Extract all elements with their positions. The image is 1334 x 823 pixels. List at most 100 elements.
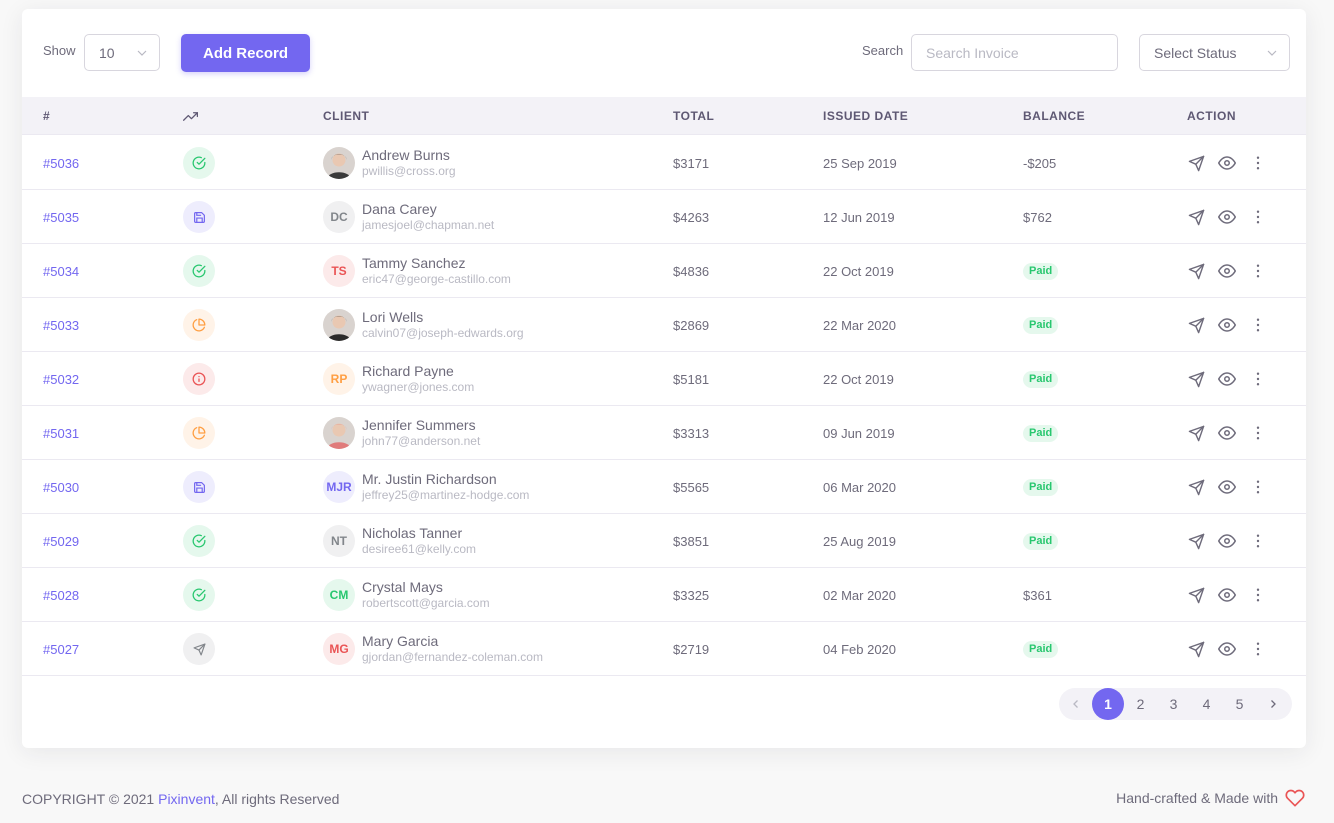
eye-icon[interactable]: [1218, 586, 1236, 604]
trending-up-icon: [183, 111, 198, 121]
eye-icon[interactable]: [1218, 478, 1236, 496]
invoice-id-link[interactable]: #5033: [43, 318, 79, 333]
invoice-id-link[interactable]: #5028: [43, 588, 79, 603]
more-vertical-icon[interactable]: [1249, 154, 1267, 172]
total-value: $3325: [673, 587, 710, 603]
invoice-status-pie-chart-icon[interactable]: [183, 417, 215, 449]
send-icon[interactable]: [1187, 316, 1205, 334]
more-vertical-icon[interactable]: [1249, 262, 1267, 280]
invoice-status-save-icon[interactable]: [183, 201, 215, 233]
column-header-id[interactable]: #: [43, 97, 50, 135]
more-vertical-icon[interactable]: [1249, 370, 1267, 388]
send-icon[interactable]: [1187, 478, 1205, 496]
table-row: #5029 NT Nicholas Tanner desiree61@kelly…: [22, 514, 1306, 568]
status-badge: Paid: [1023, 532, 1059, 550]
send-icon[interactable]: [1187, 586, 1205, 604]
invoice-status-check-circle-icon[interactable]: [183, 147, 215, 179]
row-actions: [1187, 244, 1280, 298]
total-value: $3171: [673, 155, 710, 171]
send-icon[interactable]: [1187, 370, 1205, 388]
copyright-text: COPYRIGHT © 2021: [22, 791, 159, 807]
column-header-action: Action: [1187, 109, 1236, 123]
avatar: MJR: [323, 471, 355, 503]
issued-date-value: 22 Oct 2019: [823, 371, 894, 387]
more-vertical-icon[interactable]: [1249, 532, 1267, 550]
send-icon[interactable]: [1187, 154, 1205, 172]
client-name: Jennifer Summers: [362, 417, 476, 433]
eye-icon[interactable]: [1218, 316, 1236, 334]
send-icon[interactable]: [1187, 262, 1205, 280]
client-cell: Jennifer Summers john77@anderson.net: [323, 406, 480, 460]
pagination-page-3[interactable]: 3: [1157, 688, 1190, 720]
table-row: #5030 MJR Mr. Justin Richardson jeffrey2…: [22, 460, 1306, 514]
avatar: [323, 417, 355, 449]
invoice-id-link[interactable]: #5031: [43, 426, 79, 441]
client-email: jamesjoel@chapman.net: [362, 218, 495, 232]
status-select[interactable]: Select Status: [1139, 34, 1290, 71]
eye-icon[interactable]: [1218, 640, 1236, 658]
add-record-button[interactable]: Add Record: [181, 34, 310, 72]
more-vertical-icon[interactable]: [1249, 586, 1267, 604]
column-header-trend[interactable]: [183, 97, 198, 135]
total-value: $3851: [673, 533, 710, 549]
invoice-status-check-circle-icon[interactable]: [183, 525, 215, 557]
invoice-status-check-circle-icon[interactable]: [183, 255, 215, 287]
footer-copyright: COPYRIGHT © 2021 Pixinvent, All rights R…: [22, 791, 339, 807]
brand-link[interactable]: Pixinvent: [158, 791, 215, 807]
column-header-total[interactable]: Total: [673, 97, 714, 135]
client-cell: RP Richard Payne ywagner@jones.com: [323, 352, 474, 406]
avatar: DC: [323, 201, 355, 233]
invoice-id-link[interactable]: #5027: [43, 642, 79, 657]
client-name: Lori Wells: [362, 309, 424, 325]
column-header-balance[interactable]: Balance: [1023, 97, 1085, 135]
invoice-id-link[interactable]: #5030: [43, 480, 79, 495]
eye-icon[interactable]: [1218, 262, 1236, 280]
invoice-status-pie-chart-icon[interactable]: [183, 309, 215, 341]
eye-icon[interactable]: [1218, 208, 1236, 226]
pagination-page-5[interactable]: 5: [1223, 688, 1256, 720]
more-vertical-icon[interactable]: [1249, 208, 1267, 226]
eye-icon[interactable]: [1218, 154, 1236, 172]
invoice-status-send-icon[interactable]: [183, 633, 215, 665]
show-entries-select[interactable]: 10: [84, 34, 160, 71]
heart-icon: [1285, 789, 1305, 807]
invoice-id-link[interactable]: #5034: [43, 264, 79, 279]
eye-icon[interactable]: [1218, 370, 1236, 388]
client-name: Dana Carey: [362, 201, 437, 217]
invoice-status-check-circle-icon[interactable]: [183, 579, 215, 611]
send-icon[interactable]: [1187, 208, 1205, 226]
footer-made-with: Hand-crafted & Made with: [1116, 788, 1306, 808]
invoice-id-link[interactable]: #5036: [43, 156, 79, 171]
invoice-status-save-icon[interactable]: [183, 471, 215, 503]
client-email: desiree61@kelly.com: [362, 542, 477, 556]
invoice-id-link[interactable]: #5035: [43, 210, 79, 225]
issued-date-value: 22 Mar 2020: [823, 317, 896, 333]
more-vertical-icon[interactable]: [1249, 424, 1267, 442]
client-name: Andrew Burns: [362, 147, 450, 163]
send-icon[interactable]: [1187, 424, 1205, 442]
pagination-page-4[interactable]: 4: [1190, 688, 1223, 720]
show-entries-value: 10: [99, 44, 115, 61]
invoice-status-info-icon[interactable]: [183, 363, 215, 395]
search-invoice-input[interactable]: [911, 34, 1118, 71]
pagination: 12345: [1059, 688, 1292, 720]
more-vertical-icon[interactable]: [1249, 316, 1267, 334]
eye-icon[interactable]: [1218, 532, 1236, 550]
column-header-client[interactable]: Client: [323, 97, 369, 135]
column-header-issued-date[interactable]: Issued Date: [823, 97, 908, 135]
send-icon[interactable]: [1187, 532, 1205, 550]
pagination-page-1[interactable]: 1: [1092, 688, 1124, 720]
pagination-page-2[interactable]: 2: [1124, 688, 1157, 720]
eye-icon[interactable]: [1218, 424, 1236, 442]
avatar: [323, 147, 355, 179]
client-email: jeffrey25@martinez-hodge.com: [362, 488, 530, 502]
pagination-prev[interactable]: [1059, 688, 1092, 720]
more-vertical-icon[interactable]: [1249, 640, 1267, 658]
invoice-id-link[interactable]: #5032: [43, 372, 79, 387]
more-vertical-icon[interactable]: [1249, 478, 1267, 496]
send-icon[interactable]: [1187, 640, 1205, 658]
invoice-id-link[interactable]: #5029: [43, 534, 79, 549]
pagination-next[interactable]: [1256, 688, 1289, 720]
pagination-pages: 12345: [1092, 688, 1256, 720]
total-value: $2719: [673, 641, 710, 657]
